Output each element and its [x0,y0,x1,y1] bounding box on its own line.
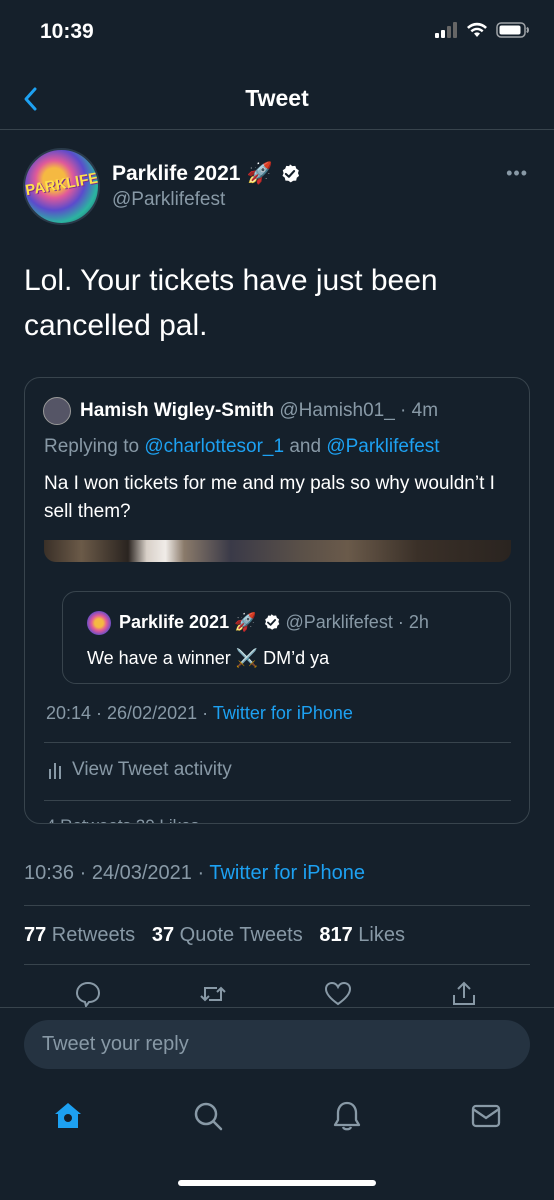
bell-icon[interactable] [331,1100,363,1132]
quoted-timestamp: 20:14 · 26/02/2021 · Twitter for iPhone [46,703,353,724]
likes-stat[interactable]: 817 Likes [319,924,405,946]
tweet-text: Lol. Your tickets have just been cancell… [24,264,438,342]
author-name[interactable]: Parklife 2021 🚀 [112,162,301,186]
avatar-logo-text: PARKLIFE [24,169,100,200]
nav-header: Tweet [0,70,554,130]
rocket-icon: 🚀 [234,612,257,632]
nested-author-name: Parklife 2021 [119,612,230,632]
divider [44,742,511,743]
quote-tweets-stat[interactable]: 37 Quote Tweets [152,924,303,946]
reply-input[interactable]: Tweet your reply [24,1020,530,1069]
tweet-source-link[interactable]: Twitter for iPhone [209,862,365,884]
verified-badge-icon [282,164,299,183]
nested-text: We have a winner ⚔️ DM’d ya [87,648,329,669]
status-bar-time: 10:39 [40,20,94,43]
home-icon[interactable] [52,1100,84,1132]
quoted-source-link[interactable]: Twitter for iPhone [213,703,353,723]
tweet-actions [24,976,530,1008]
quoted-media-image[interactable] [44,540,511,562]
replying-to: Replying to @charlottesor_1 and @Parklif… [44,436,440,458]
nested-quoted-tweet[interactable]: Parklife 2021 🚀 @Parklifefest · 2h We ha… [62,591,511,684]
replying-prefix: Replying to [44,436,145,457]
replying-link-1[interactable]: @charlottesor_1 [144,436,284,457]
tab-bar [0,1090,554,1150]
quoted-avatar [43,397,71,425]
activity-bars-icon [49,763,61,779]
view-activity-label: View Tweet activity [72,759,232,780]
divider [0,1007,554,1008]
quoted-tweet-card[interactable]: Hamish Wigley-Smith @Hamish01_ · 4m Repl… [24,377,530,824]
search-icon[interactable] [192,1100,224,1132]
replying-and: and [284,436,327,457]
verified-badge-icon [264,614,279,630]
tweet-stats: 77 Retweets 37 Quote Tweets 817 Likes [24,924,405,947]
quoted-timestamp-text: 20:14 · 26/02/2021 · [46,703,213,723]
avatar[interactable]: PARKLIFE [23,148,100,225]
share-icon[interactable] [450,980,478,1008]
nested-text-before: We have a winner [87,648,231,668]
signal-icon [435,22,457,38]
nested-header: Parklife 2021 🚀 @Parklifefest · 2h [119,612,429,633]
wifi-icon [467,22,487,37]
more-icon[interactable]: ••• [506,163,528,184]
reply-placeholder: Tweet your reply [42,1033,189,1055]
quoted-author-handle: @Hamish01_ [279,400,395,421]
retweet-icon[interactable] [199,980,227,1008]
nested-text-after: DM’d ya [263,648,330,668]
divider [24,905,530,906]
divider [44,800,511,801]
battery-icon [496,22,529,38]
quoted-author-name: Hamish Wigley-Smith [80,400,275,421]
retweets-label: Retweets [46,924,136,946]
nested-time: · 2h [397,612,429,632]
view-activity-button[interactable]: View Tweet activity [48,759,232,781]
likes-label: Likes [352,924,405,946]
page-title: Tweet [245,85,309,111]
replying-link-2[interactable]: @Parklifefest [326,436,439,457]
reply-icon[interactable] [74,980,102,1008]
retweets-count: 77 [24,924,47,946]
status-bar-icons [434,22,530,38]
author-name-text: Parklife 2021 [112,162,241,185]
quote-tweets-label: Quote Tweets [174,924,303,946]
rocket-icon: 🚀 [246,162,273,185]
mail-icon[interactable] [470,1100,502,1132]
tweet-timestamp-text: 10:36 · 24/03/2021 · [24,862,210,884]
quoted-header: Hamish Wigley-Smith @Hamish01_ · 4m [80,400,438,422]
nested-author-handle: @Parklifefest [285,612,393,632]
home-indicator[interactable] [178,1180,376,1186]
retweets-stat[interactable]: 77 Retweets [24,924,135,946]
divider [24,964,530,965]
likes-count: 817 [319,924,353,946]
author-handle[interactable]: @Parklifefest [112,189,225,211]
nested-avatar [87,611,111,635]
heart-icon[interactable] [324,980,352,1008]
quote-tweets-count: 37 [151,924,175,946]
quoted-time: · 4m [394,400,439,421]
quoted-text: Na I won tickets for me and my pals so w… [44,473,495,522]
crossed-swords-icon: ⚔️ [235,648,259,668]
quoted-stats-cutoff: 4 Retweets 20 Likes [46,816,199,823]
tweet-timestamp: 10:36 · 24/03/2021 · Twitter for iPhone [24,862,365,885]
